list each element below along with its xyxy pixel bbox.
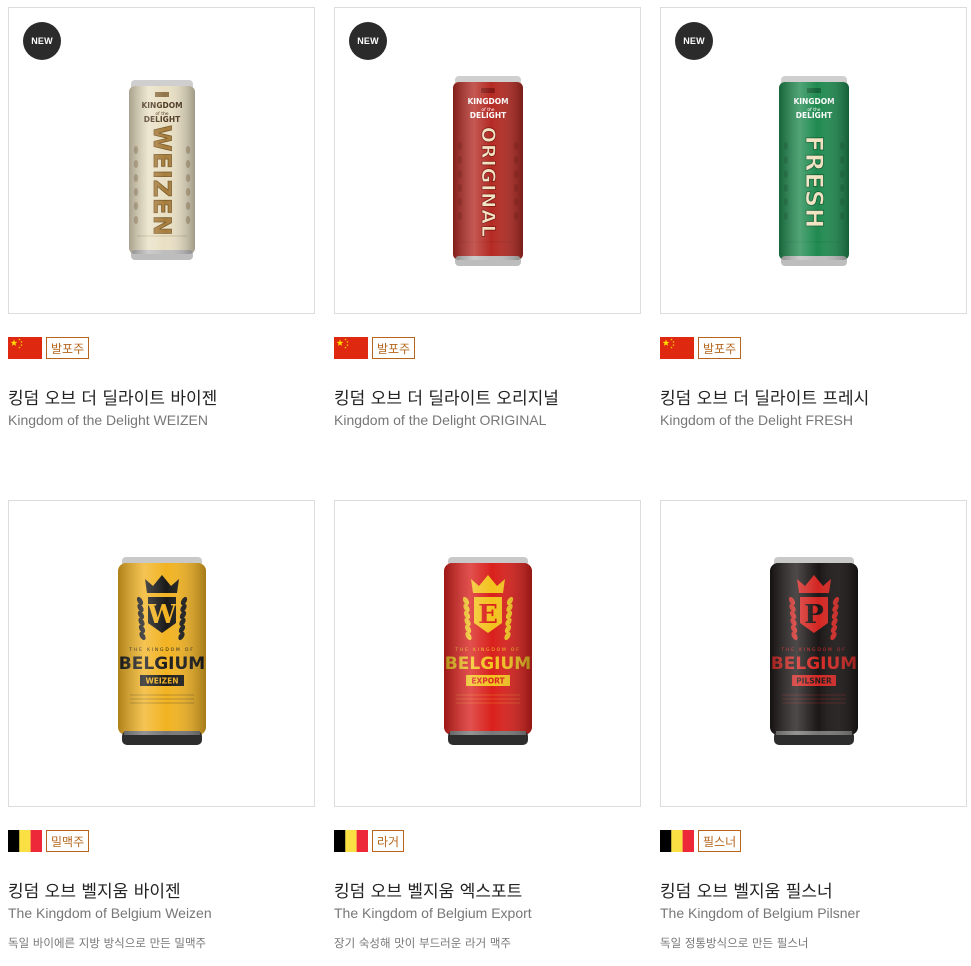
product-image: KINGDOMof theDELIGHTWEIZEN xyxy=(127,80,197,260)
product-card[interactable]: NEW KINGDOMof theDELIGHTWEIZEN 발포주 킹덤 오브… xyxy=(8,7,315,428)
product-meta: 발포주 xyxy=(8,337,90,359)
product-thumbnail[interactable]: NEW KINGDOMof theDELIGHTFRESH xyxy=(660,7,967,314)
category-tag: 발포주 xyxy=(372,337,416,359)
china-flag-icon xyxy=(334,337,368,359)
product-card[interactable]: NEW KINGDOMof theDELIGHTORIGINAL 발포주 킹덤 … xyxy=(334,7,641,428)
product-image: PTHE KINGDOM OFBELGIUMPILSNER xyxy=(768,557,860,745)
product-description: 독일 바이에른 지방 방식으로 만든 밀맥주 xyxy=(8,936,207,950)
category-tag: 밀맥주 xyxy=(46,830,90,852)
product-image: ETHE KINGDOM OFBELGIUMEXPORT xyxy=(442,557,534,745)
category-tag: 라거 xyxy=(372,830,405,852)
product-meta: 필스너 xyxy=(660,830,742,852)
new-badge: NEW xyxy=(349,22,387,60)
product-name-english: The Kingdom of Belgium Weizen xyxy=(8,905,212,921)
product-thumbnail[interactable]: NEW KINGDOMof theDELIGHTORIGINAL xyxy=(334,7,641,314)
product-image: WTHE KINGDOM OFBELGIUMWEIZEN xyxy=(116,557,208,745)
product-name-english: The Kingdom of Belgium Export xyxy=(334,905,532,921)
category-tag: 발포주 xyxy=(698,337,742,359)
belgium-flag-icon xyxy=(660,830,694,852)
product-name-korean[interactable]: 킹덤 오브 더 딜라이트 바이젠 xyxy=(8,384,217,409)
belgium-flag-icon xyxy=(334,830,368,852)
category-tag: 필스너 xyxy=(698,830,742,852)
china-flag-icon xyxy=(8,337,42,359)
product-name-english: The Kingdom of Belgium Pilsner xyxy=(660,905,860,921)
belgium-flag-icon xyxy=(8,830,42,852)
product-name-korean[interactable]: 킹덤 오브 벨지움 필스너 xyxy=(660,877,833,902)
product-name-korean[interactable]: 킹덤 오브 더 딜라이트 프레시 xyxy=(660,384,869,409)
product-meta: 발포주 xyxy=(660,337,742,359)
product-name-korean[interactable]: 킹덤 오브 벨지움 바이젠 xyxy=(8,877,181,902)
product-thumbnail[interactable]: ETHE KINGDOM OFBELGIUMEXPORT xyxy=(334,500,641,807)
product-image: KINGDOMof theDELIGHTORIGINAL xyxy=(451,76,525,266)
product-card[interactable]: PTHE KINGDOM OFBELGIUMPILSNER 필스너 킹덤 오브 … xyxy=(660,500,967,921)
product-meta: 밀맥주 xyxy=(8,830,90,852)
product-meta: 라거 xyxy=(334,830,405,852)
product-image: KINGDOMof theDELIGHTFRESH xyxy=(777,76,851,266)
product-name-english: Kingdom of the Delight ORIGINAL xyxy=(334,412,547,428)
product-name-korean[interactable]: 킹덤 오브 더 딜라이트 오리지널 xyxy=(334,384,559,409)
product-name-korean[interactable]: 킹덤 오브 벨지움 엑스포트 xyxy=(334,877,522,902)
product-meta: 발포주 xyxy=(334,337,416,359)
category-tag: 발포주 xyxy=(46,337,90,359)
product-thumbnail[interactable]: NEW KINGDOMof theDELIGHTWEIZEN xyxy=(8,7,315,314)
product-card[interactable]: WTHE KINGDOM OFBELGIUMWEIZEN 밀맥주 킹덤 오브 벨… xyxy=(8,500,315,921)
new-badge: NEW xyxy=(23,22,61,60)
product-thumbnail[interactable]: PTHE KINGDOM OFBELGIUMPILSNER xyxy=(660,500,967,807)
product-name-english: Kingdom of the Delight FRESH xyxy=(660,412,853,428)
product-description: 장기 숙성해 맛이 부드러운 라거 맥주 xyxy=(334,936,511,950)
new-badge: NEW xyxy=(675,22,713,60)
product-description: 독일 정통방식으로 만든 필스너 xyxy=(660,936,809,950)
product-thumbnail[interactable]: WTHE KINGDOM OFBELGIUMWEIZEN xyxy=(8,500,315,807)
product-name-english: Kingdom of the Delight WEIZEN xyxy=(8,412,208,428)
china-flag-icon xyxy=(660,337,694,359)
product-card[interactable]: NEW KINGDOMof theDELIGHTFRESH 발포주 킹덤 오브 … xyxy=(660,7,967,428)
product-card[interactable]: ETHE KINGDOM OFBELGIUMEXPORT 라거 킹덤 오브 벨지… xyxy=(334,500,641,921)
